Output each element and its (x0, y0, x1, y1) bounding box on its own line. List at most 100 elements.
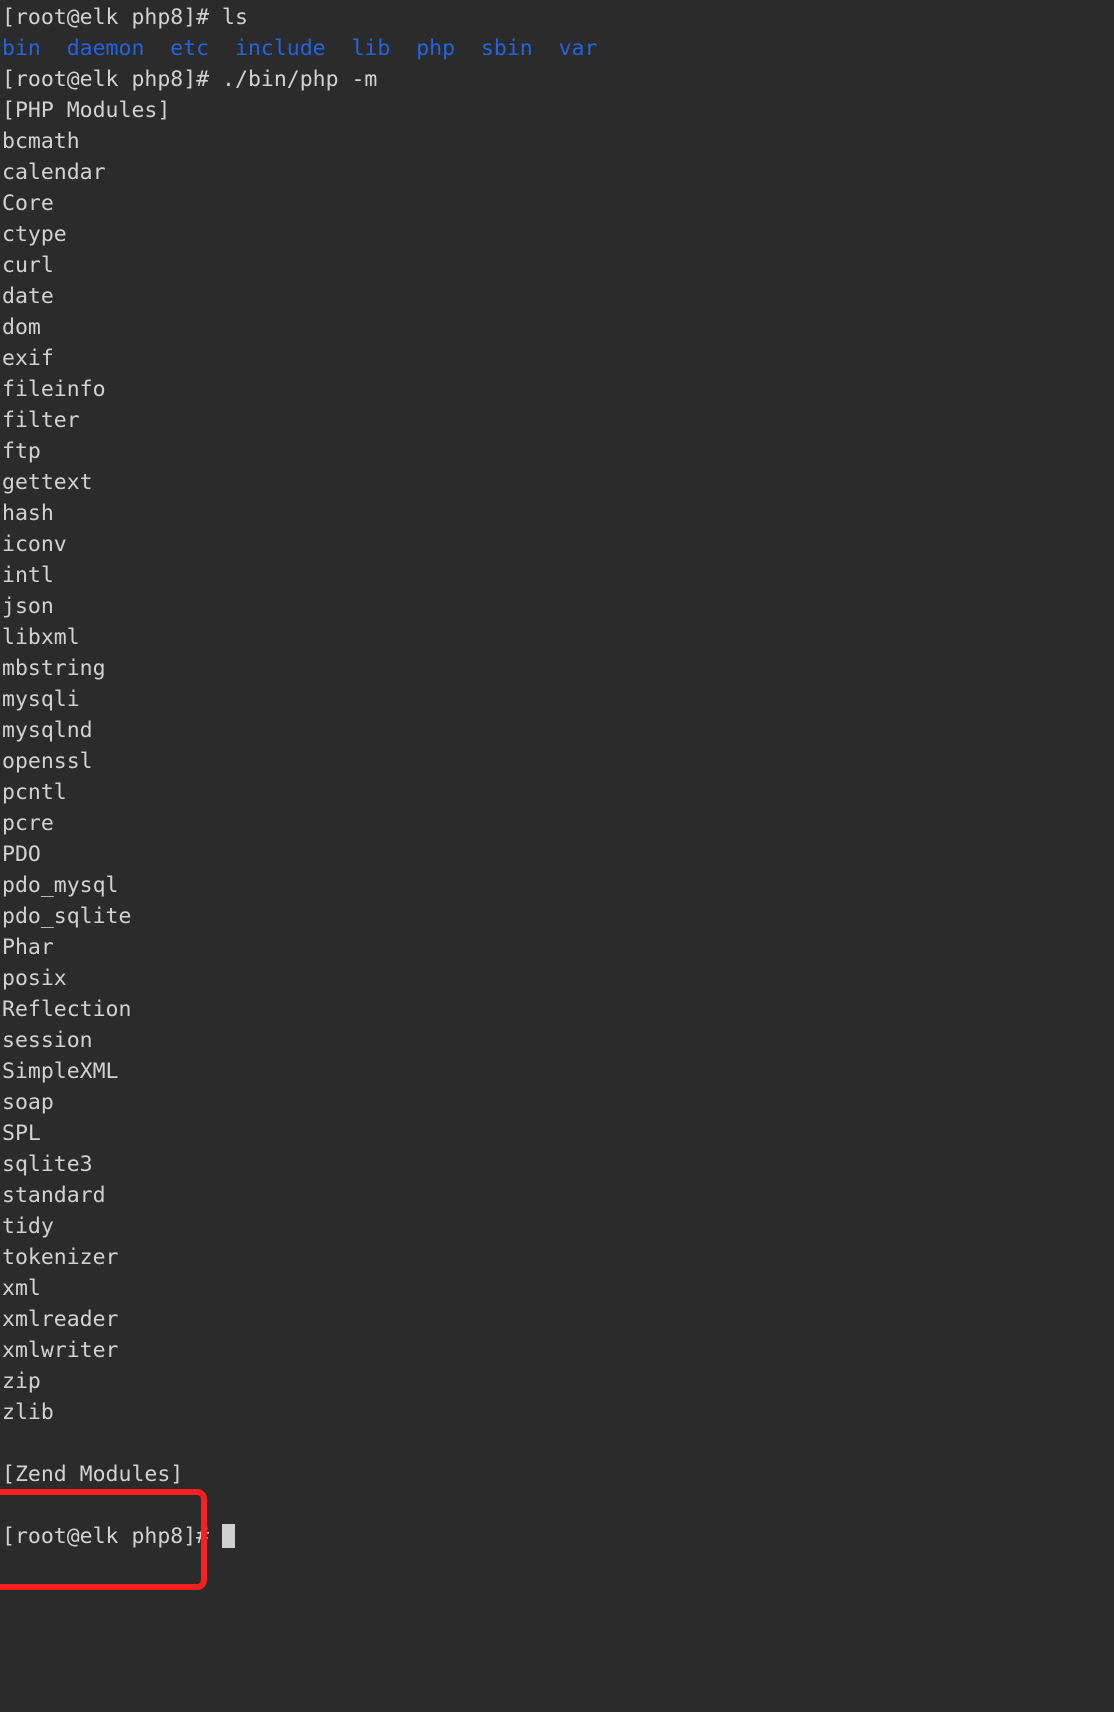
directory-listing: bin daemon etc include lib php sbin var (2, 36, 598, 61)
php-module-row: iconv (0, 529, 1114, 560)
php-module-name: tidy (2, 1214, 54, 1239)
php-module-name: mysqli (2, 687, 80, 712)
php-module-row: sqlite3 (0, 1149, 1114, 1180)
php-module-name: pdo_sqlite (2, 904, 132, 929)
php-module-name: zlib (2, 1400, 54, 1425)
php-module-row: zlib (0, 1397, 1114, 1428)
php-module-name: intl (2, 563, 54, 588)
php-module-row: calendar (0, 157, 1114, 188)
php-module-name: json (2, 594, 54, 619)
php-module-name: xml (2, 1276, 41, 1301)
php-module-name: mysqlnd (2, 718, 93, 743)
shell-prompt: [root@elk php8]# ls (2, 5, 248, 30)
php-module-name: curl (2, 253, 54, 278)
php-module-row: pcre (0, 808, 1114, 839)
php-module-row: openssl (0, 746, 1114, 777)
php-module-name: iconv (2, 532, 67, 557)
php-modules-header-label: [PHP Modules] (2, 98, 171, 123)
php-module-name: calendar (2, 160, 106, 185)
php-module-row: ftp (0, 436, 1114, 467)
php-module-row: standard (0, 1180, 1114, 1211)
php-module-row: mysqli (0, 684, 1114, 715)
php-module-row: SimpleXML (0, 1056, 1114, 1087)
php-module-name: filter (2, 408, 80, 433)
php-module-row: exif (0, 343, 1114, 374)
php-module-name: Phar (2, 935, 54, 960)
php-module-row: intl (0, 560, 1114, 591)
php-module-name: sqlite3 (2, 1152, 93, 1177)
php-module-row: PDO (0, 839, 1114, 870)
zend-modules-header: [Zend Modules] (0, 1459, 1114, 1490)
php-module-row: xmlreader (0, 1304, 1114, 1335)
php-module-name: session (2, 1028, 93, 1053)
php-module-list: bcmath calendar Core ctype curl date dom exif fi… (0, 126, 1114, 1428)
php-module-row: fileinfo (0, 374, 1114, 405)
php-module-row: posix (0, 963, 1114, 994)
php-module-row: gettext (0, 467, 1114, 498)
php-module-name: bcmath (2, 129, 80, 154)
php-module-name: libxml (2, 625, 80, 650)
shell-prompt: [root@elk php8]# (2, 1524, 223, 1549)
terminal-line-final-prompt[interactable]: [root@elk php8]# (0, 1521, 1114, 1552)
terminal-line-dir-listing: bin daemon etc include lib php sbin var (0, 33, 1114, 64)
php-module-name: mbstring (2, 656, 106, 681)
php-module-row: pcntl (0, 777, 1114, 808)
php-module-row: mbstring (0, 653, 1114, 684)
php-module-name: pcntl (2, 780, 67, 805)
php-module-name: ftp (2, 439, 41, 464)
php-module-name: date (2, 284, 54, 309)
text-cursor (222, 1524, 236, 1548)
php-module-name: xmlreader (2, 1307, 119, 1332)
php-module-row: hash (0, 498, 1114, 529)
php-module-name: SimpleXML (2, 1059, 119, 1084)
php-module-name: dom (2, 315, 41, 340)
php-module-row: xml (0, 1273, 1114, 1304)
php-modules-header: [PHP Modules] (0, 95, 1114, 126)
php-module-row: libxml (0, 622, 1114, 653)
php-module-row: curl (0, 250, 1114, 281)
php-module-name: posix (2, 966, 67, 991)
terminal-line-prompt-ls: [root@elk php8]# ls (0, 2, 1114, 33)
php-module-name: gettext (2, 470, 93, 495)
php-module-name: fileinfo (2, 377, 106, 402)
terminal-screen: [root@elk php8]# ls bin daemon etc inclu… (0, 0, 1114, 1552)
php-module-row: xmlwriter (0, 1335, 1114, 1366)
php-module-name: PDO (2, 842, 41, 867)
php-module-row: mysqlnd (0, 715, 1114, 746)
php-module-row: Reflection (0, 994, 1114, 1025)
php-module-name: ctype (2, 222, 67, 247)
php-module-name: exif (2, 346, 54, 371)
php-module-name: soap (2, 1090, 54, 1115)
php-module-row: tokenizer (0, 1242, 1114, 1273)
terminal-window[interactable]: [root@elk php8]# ls bin daemon etc inclu… (0, 0, 1114, 1712)
php-module-row: pdo_sqlite (0, 901, 1114, 932)
php-module-name: openssl (2, 749, 93, 774)
php-module-row: bcmath (0, 126, 1114, 157)
php-module-name: pcre (2, 811, 54, 836)
php-module-row: session (0, 1025, 1114, 1056)
php-module-row: filter (0, 405, 1114, 436)
php-module-row: json (0, 591, 1114, 622)
php-module-name: Reflection (2, 997, 132, 1022)
php-module-row: tidy (0, 1211, 1114, 1242)
php-module-row: ctype (0, 219, 1114, 250)
php-module-row: pdo_mysql (0, 870, 1114, 901)
zend-modules-header-label: [Zend Modules] (2, 1462, 184, 1487)
php-module-name: xmlwriter (2, 1338, 119, 1363)
php-module-row: zip (0, 1366, 1114, 1397)
php-module-name: pdo_mysql (2, 873, 119, 898)
php-module-row: date (0, 281, 1114, 312)
terminal-line-prompt-php-m: [root@elk php8]# ./bin/php -m (0, 64, 1114, 95)
php-module-row: Core (0, 188, 1114, 219)
shell-prompt: [root@elk php8]# ./bin/php -m (2, 67, 378, 92)
php-module-name: SPL (2, 1121, 41, 1146)
php-module-name: hash (2, 501, 54, 526)
php-module-row: dom (0, 312, 1114, 343)
php-module-row: SPL (0, 1118, 1114, 1149)
php-module-row: soap (0, 1087, 1114, 1118)
php-module-name: tokenizer (2, 1245, 119, 1270)
php-module-name: Core (2, 191, 54, 216)
php-module-row: Phar (0, 932, 1114, 963)
